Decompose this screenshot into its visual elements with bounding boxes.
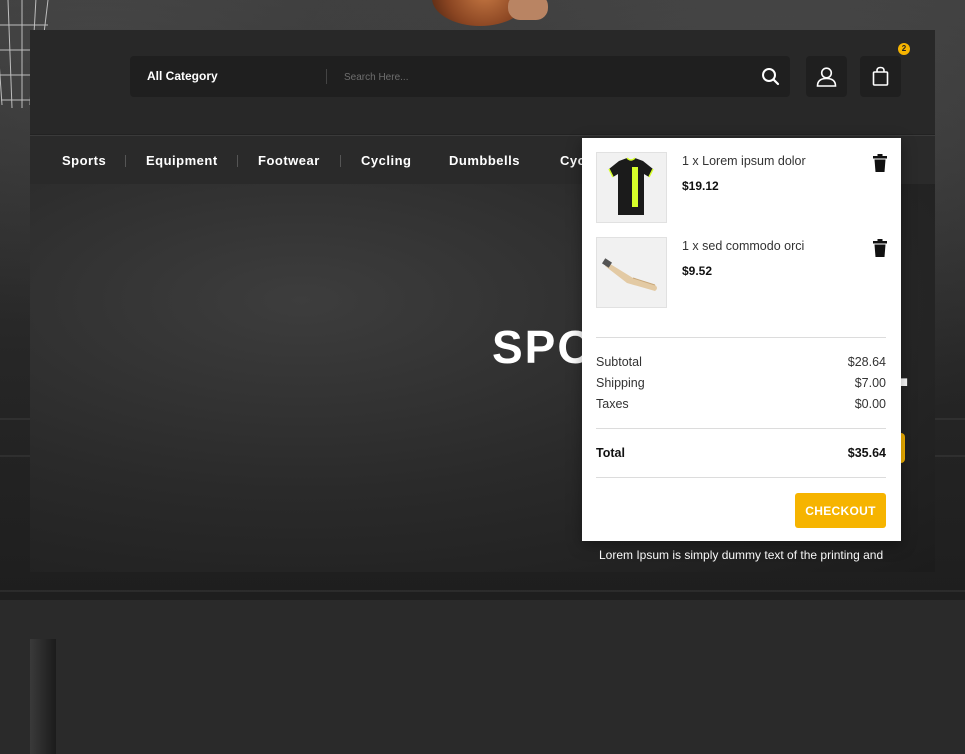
product-thumbnail[interactable]	[596, 237, 667, 308]
hero-title: SPO	[492, 321, 596, 373]
nav-item-cycling[interactable]: Cycling	[361, 136, 411, 185]
nav-item-sports[interactable]: Sports	[62, 136, 106, 185]
search-divider	[326, 69, 327, 84]
nav-separator	[340, 155, 341, 167]
jersey-icon	[608, 157, 654, 215]
cart-dropdown: 1 x Lorem ipsum dolor $19.12 1 x sed com…	[582, 138, 901, 541]
category-select[interactable]: All Category	[147, 56, 218, 97]
total-value: $35.64	[847, 446, 886, 460]
taxes-label: Taxes	[596, 397, 629, 411]
player-hand-image	[508, 0, 548, 20]
cricket-bat-icon	[602, 258, 657, 291]
cart-item-name[interactable]: 1 x Lorem ipsum dolor	[682, 154, 806, 168]
taxes-value: $0.00	[854, 397, 886, 411]
nav-item-footwear[interactable]: Footwear	[258, 136, 320, 185]
search-input[interactable]	[342, 66, 746, 89]
subtotal-label: Subtotal	[596, 355, 642, 369]
cart-button[interactable]	[860, 56, 901, 97]
subtotal-value: $28.64	[847, 355, 886, 369]
cart-item-price: $19.12	[682, 179, 719, 193]
shipping-label: Shipping	[596, 376, 645, 390]
search-bar: All Category	[130, 56, 790, 97]
divider	[596, 337, 886, 338]
cart-item: 1 x Lorem ipsum dolor $19.12	[596, 152, 888, 224]
background-stripe	[0, 590, 965, 592]
shipping-value: $7.00	[854, 376, 886, 390]
nav-item-dumbbells[interactable]: Dumbbells	[449, 136, 520, 185]
cart-item-price: $9.52	[682, 264, 713, 278]
delete-item-icon[interactable]	[872, 154, 888, 172]
total-label: Total	[596, 446, 625, 460]
divider	[596, 428, 886, 429]
subtotal-row: Subtotal $28.64	[596, 355, 886, 373]
nav-separator	[237, 155, 238, 167]
divider	[596, 477, 886, 478]
search-button[interactable]	[758, 64, 784, 90]
search-icon	[762, 68, 780, 86]
total-row: Total $35.64	[596, 446, 886, 464]
delete-item-icon[interactable]	[872, 239, 888, 257]
account-button[interactable]	[806, 56, 847, 97]
user-icon	[816, 67, 837, 87]
hero-subtitle: Lorem Ipsum is simply dummy text of the …	[599, 548, 884, 562]
cart-item-name[interactable]: 1 x sed commodo orci	[682, 239, 804, 253]
checkout-button[interactable]: CHECKOUT	[795, 493, 886, 528]
site-header: All Category 2	[30, 30, 935, 134]
shipping-row: Shipping $7.00	[596, 376, 886, 394]
cart-item: 1 x sed commodo orci $9.52	[596, 237, 888, 309]
nav-separator	[125, 155, 126, 167]
nav-item-equipment[interactable]: Equipment	[146, 136, 218, 185]
shopping-bag-icon	[872, 66, 889, 86]
product-thumbnail[interactable]	[596, 152, 667, 223]
player-arm-image	[30, 639, 56, 754]
taxes-row: Taxes $0.00	[596, 397, 886, 415]
cart-count-badge: 2	[898, 43, 910, 55]
